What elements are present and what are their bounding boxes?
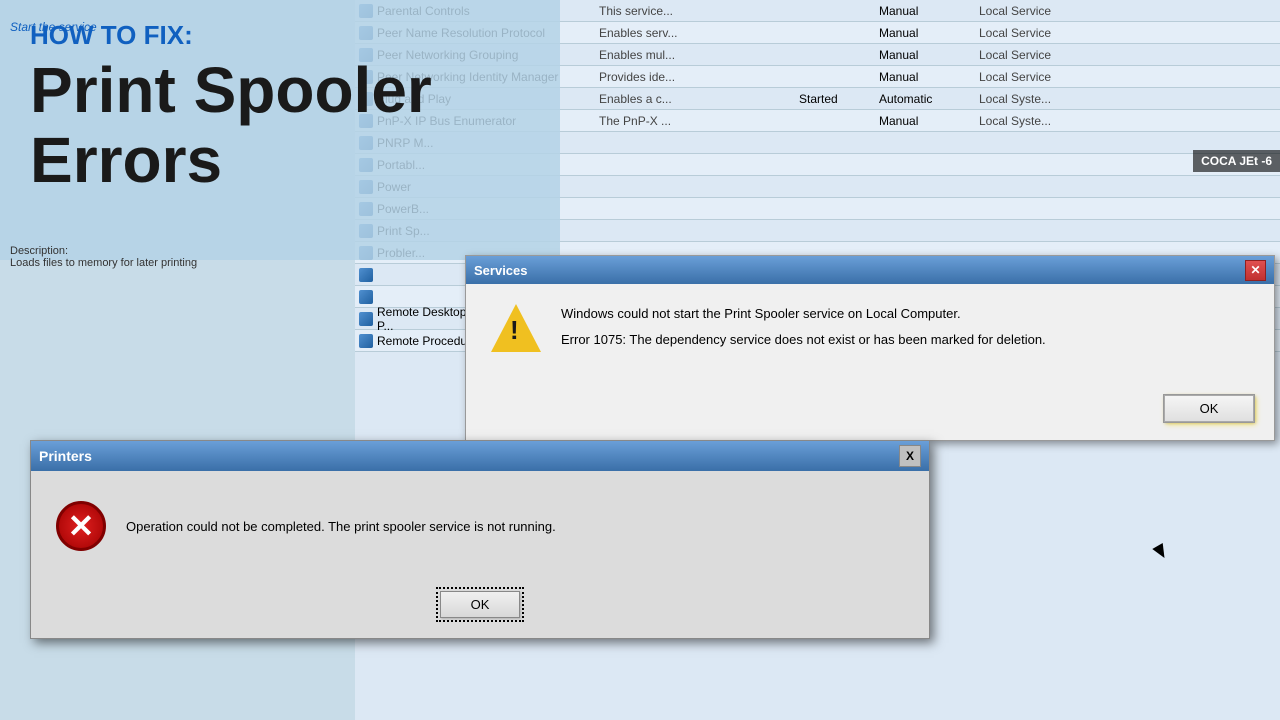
services-dialog-title: Services xyxy=(474,263,528,278)
services-dialog-close-button[interactable]: ✕ xyxy=(1245,260,1266,281)
title-overlay: HOW TO FIX: Print Spooler Errors xyxy=(0,0,560,260)
start-service-link[interactable]: Start the service xyxy=(10,20,97,34)
services-dialog-text: Windows could not start the Print Spoole… xyxy=(561,304,1046,355)
how-to-fix-label: HOW TO FIX: xyxy=(30,20,530,51)
description-label: Description: Loads files to memory for l… xyxy=(10,245,350,269)
main-title: Print Spooler Errors xyxy=(30,55,530,196)
services-dialog-body: Windows could not start the Print Spoole… xyxy=(466,284,1274,424)
services-error-message1: Windows could not start the Print Spoole… xyxy=(561,304,1046,324)
printers-dialog-body: ✕ Operation could not be completed. The … xyxy=(31,471,929,581)
watermark: COCA JEt -6 xyxy=(1193,150,1280,172)
warning-triangle xyxy=(491,304,541,352)
printers-dialog-footer: OK xyxy=(31,581,929,638)
error-icon: ✕ xyxy=(56,501,106,551)
printers-error-message: Operation could not be completed. The pr… xyxy=(126,519,904,534)
printers-dialog-titlebar[interactable]: Printers X xyxy=(31,441,929,471)
printers-ok-button[interactable]: OK xyxy=(440,591,521,618)
services-dialog-titlebar[interactable]: Services ✕ xyxy=(466,256,1274,284)
services-dialog: Services ✕ Windows could not start the P… xyxy=(465,255,1275,441)
services-dialog-footer: OK xyxy=(466,424,1274,440)
warning-icon xyxy=(491,304,541,354)
printers-dialog-title: Printers xyxy=(39,448,92,464)
printers-dialog: Printers X ✕ Operation could not be comp… xyxy=(30,440,930,639)
printers-close-button[interactable]: X xyxy=(899,445,921,467)
services-ok-button[interactable]: OK xyxy=(1164,395,1254,422)
services-error-message2: Error 1075: The dependency service does … xyxy=(561,330,1046,350)
